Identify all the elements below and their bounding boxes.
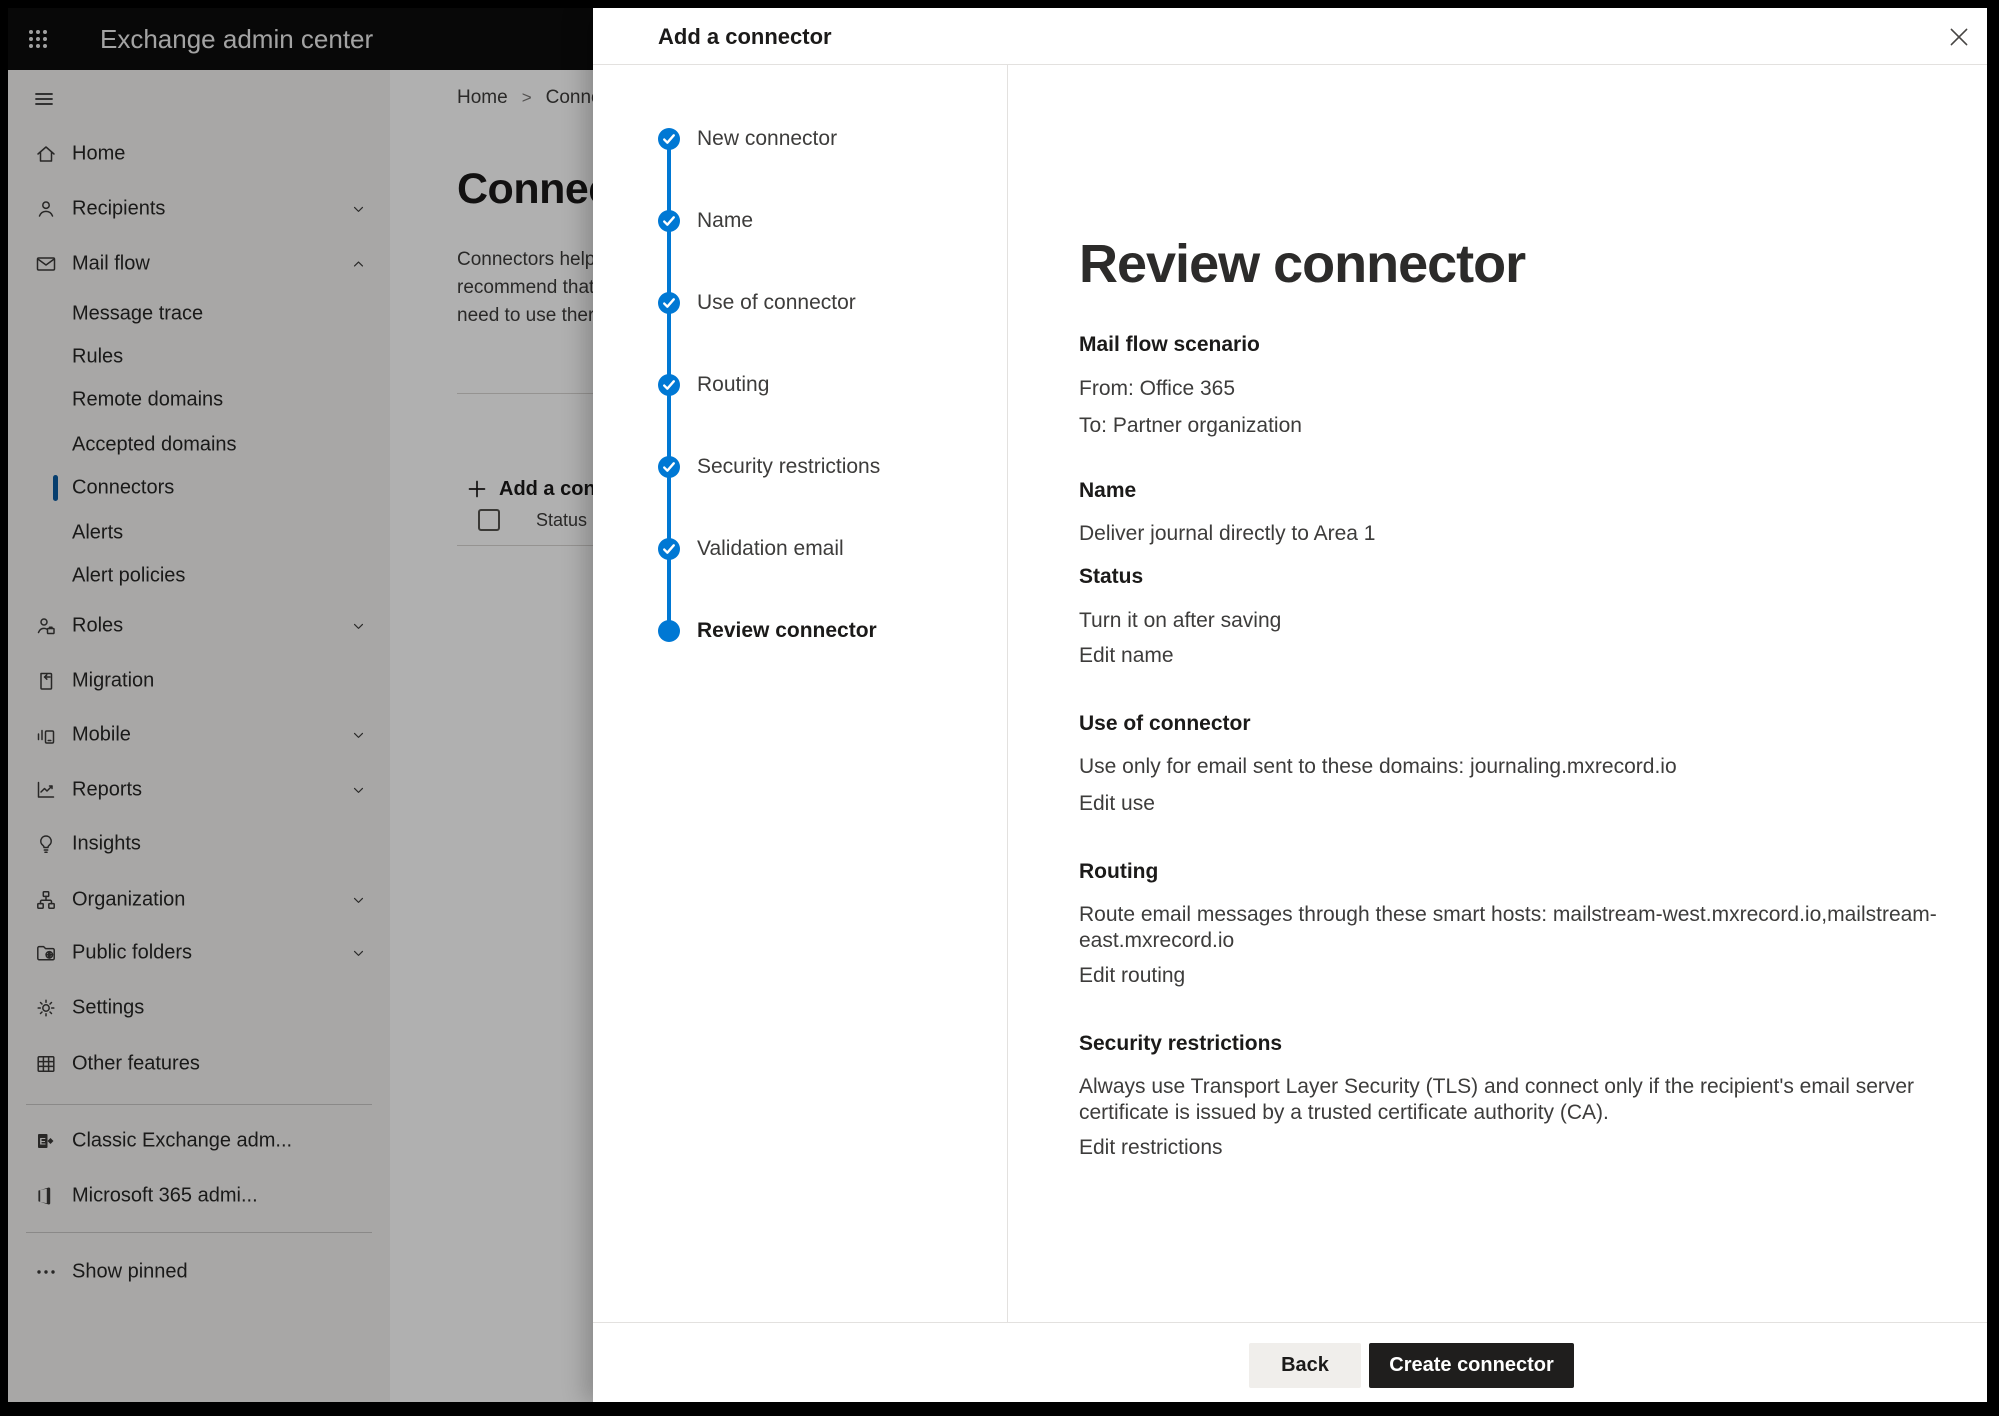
section-text-deliver-journal-directly-to-ar: Deliver journal directly to Area 1 bbox=[1079, 520, 1375, 548]
wizard-step-validation-email[interactable]: Validation email bbox=[593, 533, 1007, 565]
screen: Exchange admin center HomeRecipientsMail… bbox=[8, 8, 1987, 1402]
wizard-step-label: Security restrictions bbox=[697, 455, 880, 479]
section-text-route-email-messages-through-t: Route email messages through these smart… bbox=[1079, 901, 1937, 929]
step-completed-check-icon bbox=[658, 456, 680, 478]
link-edit-name[interactable]: Edit name bbox=[1079, 642, 1174, 670]
wizard-step-label: Use of connector bbox=[697, 291, 856, 315]
step-completed-check-icon bbox=[658, 210, 680, 232]
wizard-step-label: New connector bbox=[697, 127, 837, 151]
wizard-step-use-of-connector[interactable]: Use of connector bbox=[593, 287, 1007, 319]
wizard-step-label: Review connector bbox=[697, 619, 877, 643]
dialog-title: Add a connector bbox=[658, 8, 832, 65]
section-header-routing: Routing bbox=[1079, 858, 1158, 886]
section-header-security-restrictions: Security restrictions bbox=[1079, 1030, 1282, 1058]
step-completed-check-icon bbox=[658, 128, 680, 150]
section-text-east-mxrecord-io: east.mxrecord.io bbox=[1079, 927, 1234, 955]
wizard-steps: New connector Name Use of connector Routing… bbox=[593, 65, 1008, 1322]
section-header-use-of-connector: Use of connector bbox=[1079, 710, 1251, 738]
link-edit-routing[interactable]: Edit routing bbox=[1079, 962, 1185, 990]
back-button[interactable]: Back bbox=[1249, 1343, 1361, 1388]
section-header-name: Name bbox=[1079, 477, 1136, 505]
step-completed-check-icon bbox=[658, 374, 680, 396]
wizard-step-label: Validation email bbox=[697, 537, 844, 561]
step-current-icon bbox=[658, 620, 680, 642]
link-edit-restrictions[interactable]: Edit restrictions bbox=[1079, 1134, 1223, 1162]
add-connector-dialog: Add a connector New connector Name Use of … bbox=[593, 8, 1987, 1402]
step-completed-check-icon bbox=[658, 292, 680, 314]
review-content: Review connector Mail flow scenario From:… bbox=[1008, 65, 1987, 1322]
section-text-always-use-transport-layer-sec: Always use Transport Layer Security (TLS… bbox=[1079, 1073, 1914, 1101]
link-edit-use[interactable]: Edit use bbox=[1079, 790, 1155, 818]
wizard-step-new-connector[interactable]: New connector bbox=[593, 123, 1007, 155]
section-text-use-only-for-email-sent-to-the: Use only for email sent to these domains… bbox=[1079, 753, 1677, 781]
wizard-step-review-connector[interactable]: Review connector bbox=[593, 615, 1007, 647]
section-text-turn-it-on-after-saving: Turn it on after saving bbox=[1079, 607, 1281, 635]
create-connector-button[interactable]: Create connector bbox=[1369, 1343, 1574, 1388]
dialog-header: Add a connector bbox=[593, 8, 1987, 65]
section-text-from-office-365: From: Office 365 bbox=[1079, 375, 1235, 403]
wizard-step-name[interactable]: Name bbox=[593, 205, 1007, 237]
section-header-status: Status bbox=[1079, 563, 1143, 591]
wizard-step-label: Name bbox=[697, 209, 753, 233]
section-header-mail-flow-scenario: Mail flow scenario bbox=[1079, 331, 1260, 359]
wizard-step-security-restrictions[interactable]: Security restrictions bbox=[593, 451, 1007, 483]
dialog-footer: Back Create connector bbox=[593, 1322, 1987, 1402]
wizard-step-label: Routing bbox=[697, 373, 769, 397]
review-heading: Review connector bbox=[1079, 233, 1525, 295]
close-icon[interactable] bbox=[1945, 23, 1973, 51]
screenshot-frame: Exchange admin center HomeRecipientsMail… bbox=[0, 0, 1999, 1416]
section-text-to-partner-organization: To: Partner organization bbox=[1079, 412, 1302, 440]
section-text-certificate-is-issued-by-a-tru: certificate is issued by a trusted certi… bbox=[1079, 1099, 1609, 1127]
wizard-step-routing[interactable]: Routing bbox=[593, 369, 1007, 401]
step-completed-check-icon bbox=[658, 538, 680, 560]
